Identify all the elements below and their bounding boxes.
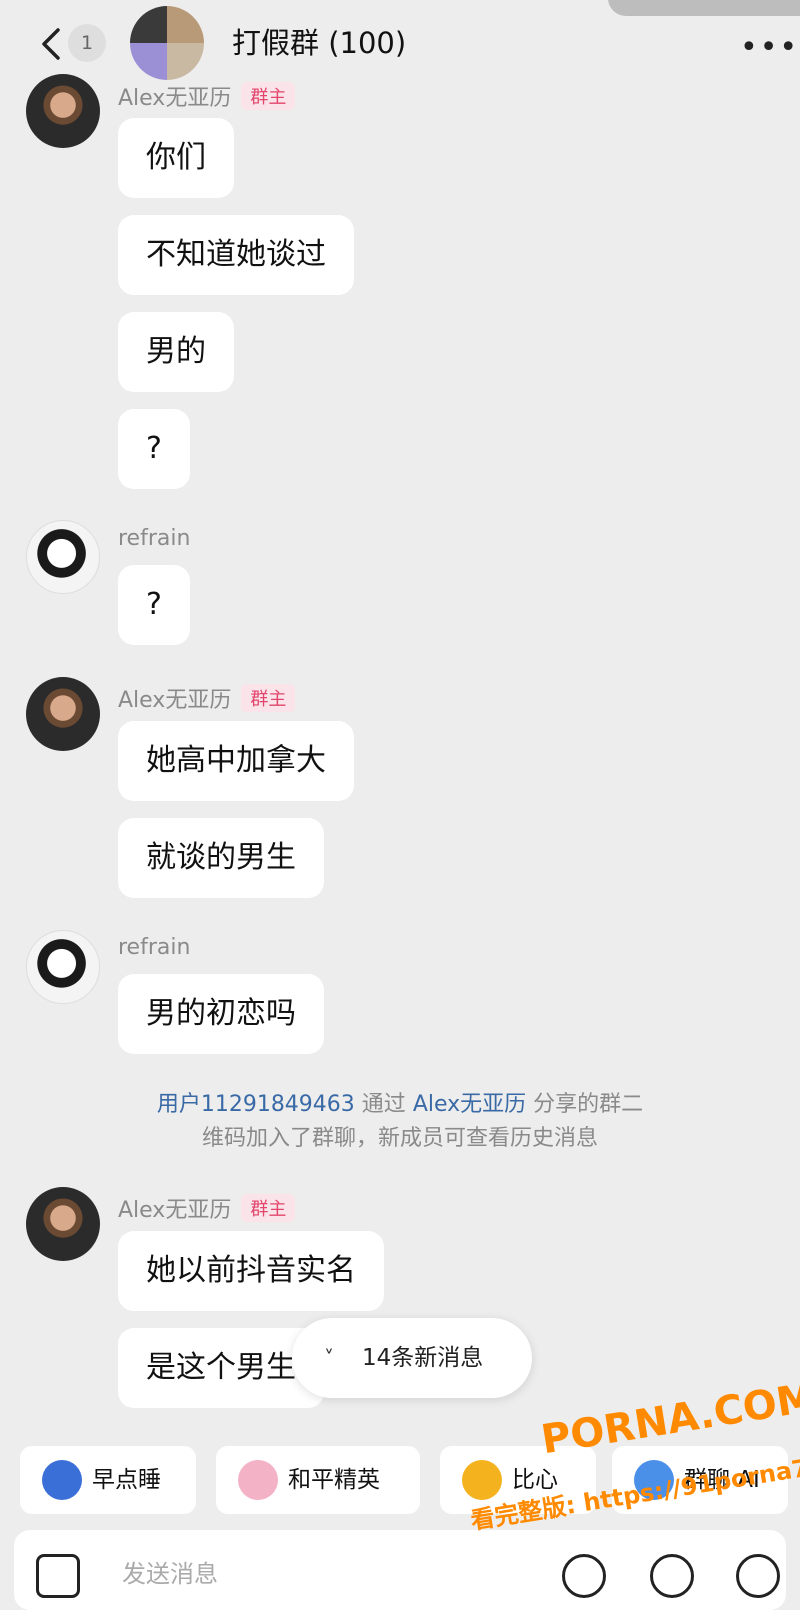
sticker-icon[interactable]: [650, 1554, 694, 1598]
moon-sleep-icon: [42, 1460, 82, 1500]
quick-action-sleep[interactable]: 早点睡: [20, 1446, 196, 1514]
game-avatar-icon: [238, 1460, 278, 1500]
avatar[interactable]: [26, 1187, 100, 1261]
owner-badge: 群主: [241, 684, 296, 712]
message-bubble[interactable]: 她高中加拿大: [118, 721, 354, 801]
message-bubble[interactable]: 就谈的男生: [118, 818, 324, 898]
message-bubble[interactable]: ?: [118, 409, 190, 489]
message-bubble[interactable]: 你们: [118, 118, 234, 198]
avatar[interactable]: [26, 677, 100, 751]
message-bubble[interactable]: ?: [118, 565, 190, 645]
sender-name: Alex无亚历 群主: [118, 80, 296, 112]
inviter-link[interactable]: Alex无亚历: [413, 1092, 526, 1117]
chevron-down-icon: ˅: [324, 1346, 334, 1370]
unread-count-badge[interactable]: 1: [68, 24, 106, 62]
sender-name: Alex无亚历 群主: [118, 1192, 296, 1224]
owner-badge: 群主: [241, 82, 296, 110]
owner-badge: 群主: [241, 1194, 296, 1222]
avatar[interactable]: [26, 74, 100, 148]
sender-name: Alex无亚历 群主: [118, 682, 296, 714]
sender-name: refrain: [118, 526, 191, 551]
chat-title[interactable]: 打假群 (100): [232, 20, 406, 62]
avatar[interactable]: [26, 520, 100, 594]
avatar[interactable]: [26, 930, 100, 1004]
message-bubble[interactable]: 男的初恋吗: [118, 974, 324, 1054]
message-input-bar: 发送消息: [14, 1530, 786, 1610]
group-avatar[interactable]: [130, 6, 204, 80]
emoji-icon[interactable]: [562, 1554, 606, 1598]
plus-icon[interactable]: [736, 1554, 780, 1598]
message-bubble[interactable]: 男的: [118, 312, 234, 392]
message-bubble[interactable]: 她以前抖音实名: [118, 1231, 384, 1311]
system-notice: 用户11291849463 通过 Alex无亚历 分享的群二 维码加入了群聊，新…: [156, 1092, 644, 1151]
quick-action-game[interactable]: 和平精英: [216, 1446, 420, 1514]
status-pill: [608, 0, 800, 16]
back-arrow-icon[interactable]: [34, 24, 70, 64]
new-messages-button[interactable]: ˅ 14条新消息: [292, 1318, 532, 1398]
more-options-icon[interactable]: •••: [740, 30, 799, 65]
message-input[interactable]: 发送消息: [122, 1554, 218, 1589]
voice-icon[interactable]: [36, 1554, 80, 1598]
sender-name: refrain: [118, 935, 191, 960]
message-bubble[interactable]: 不知道她谈过: [118, 215, 354, 295]
duck-icon: [462, 1460, 502, 1500]
user-link[interactable]: 用户11291849463: [157, 1092, 355, 1117]
chat-header: 1 打假群 (100) •••: [0, 0, 800, 86]
new-messages-label: 14条新消息: [362, 1345, 484, 1371]
